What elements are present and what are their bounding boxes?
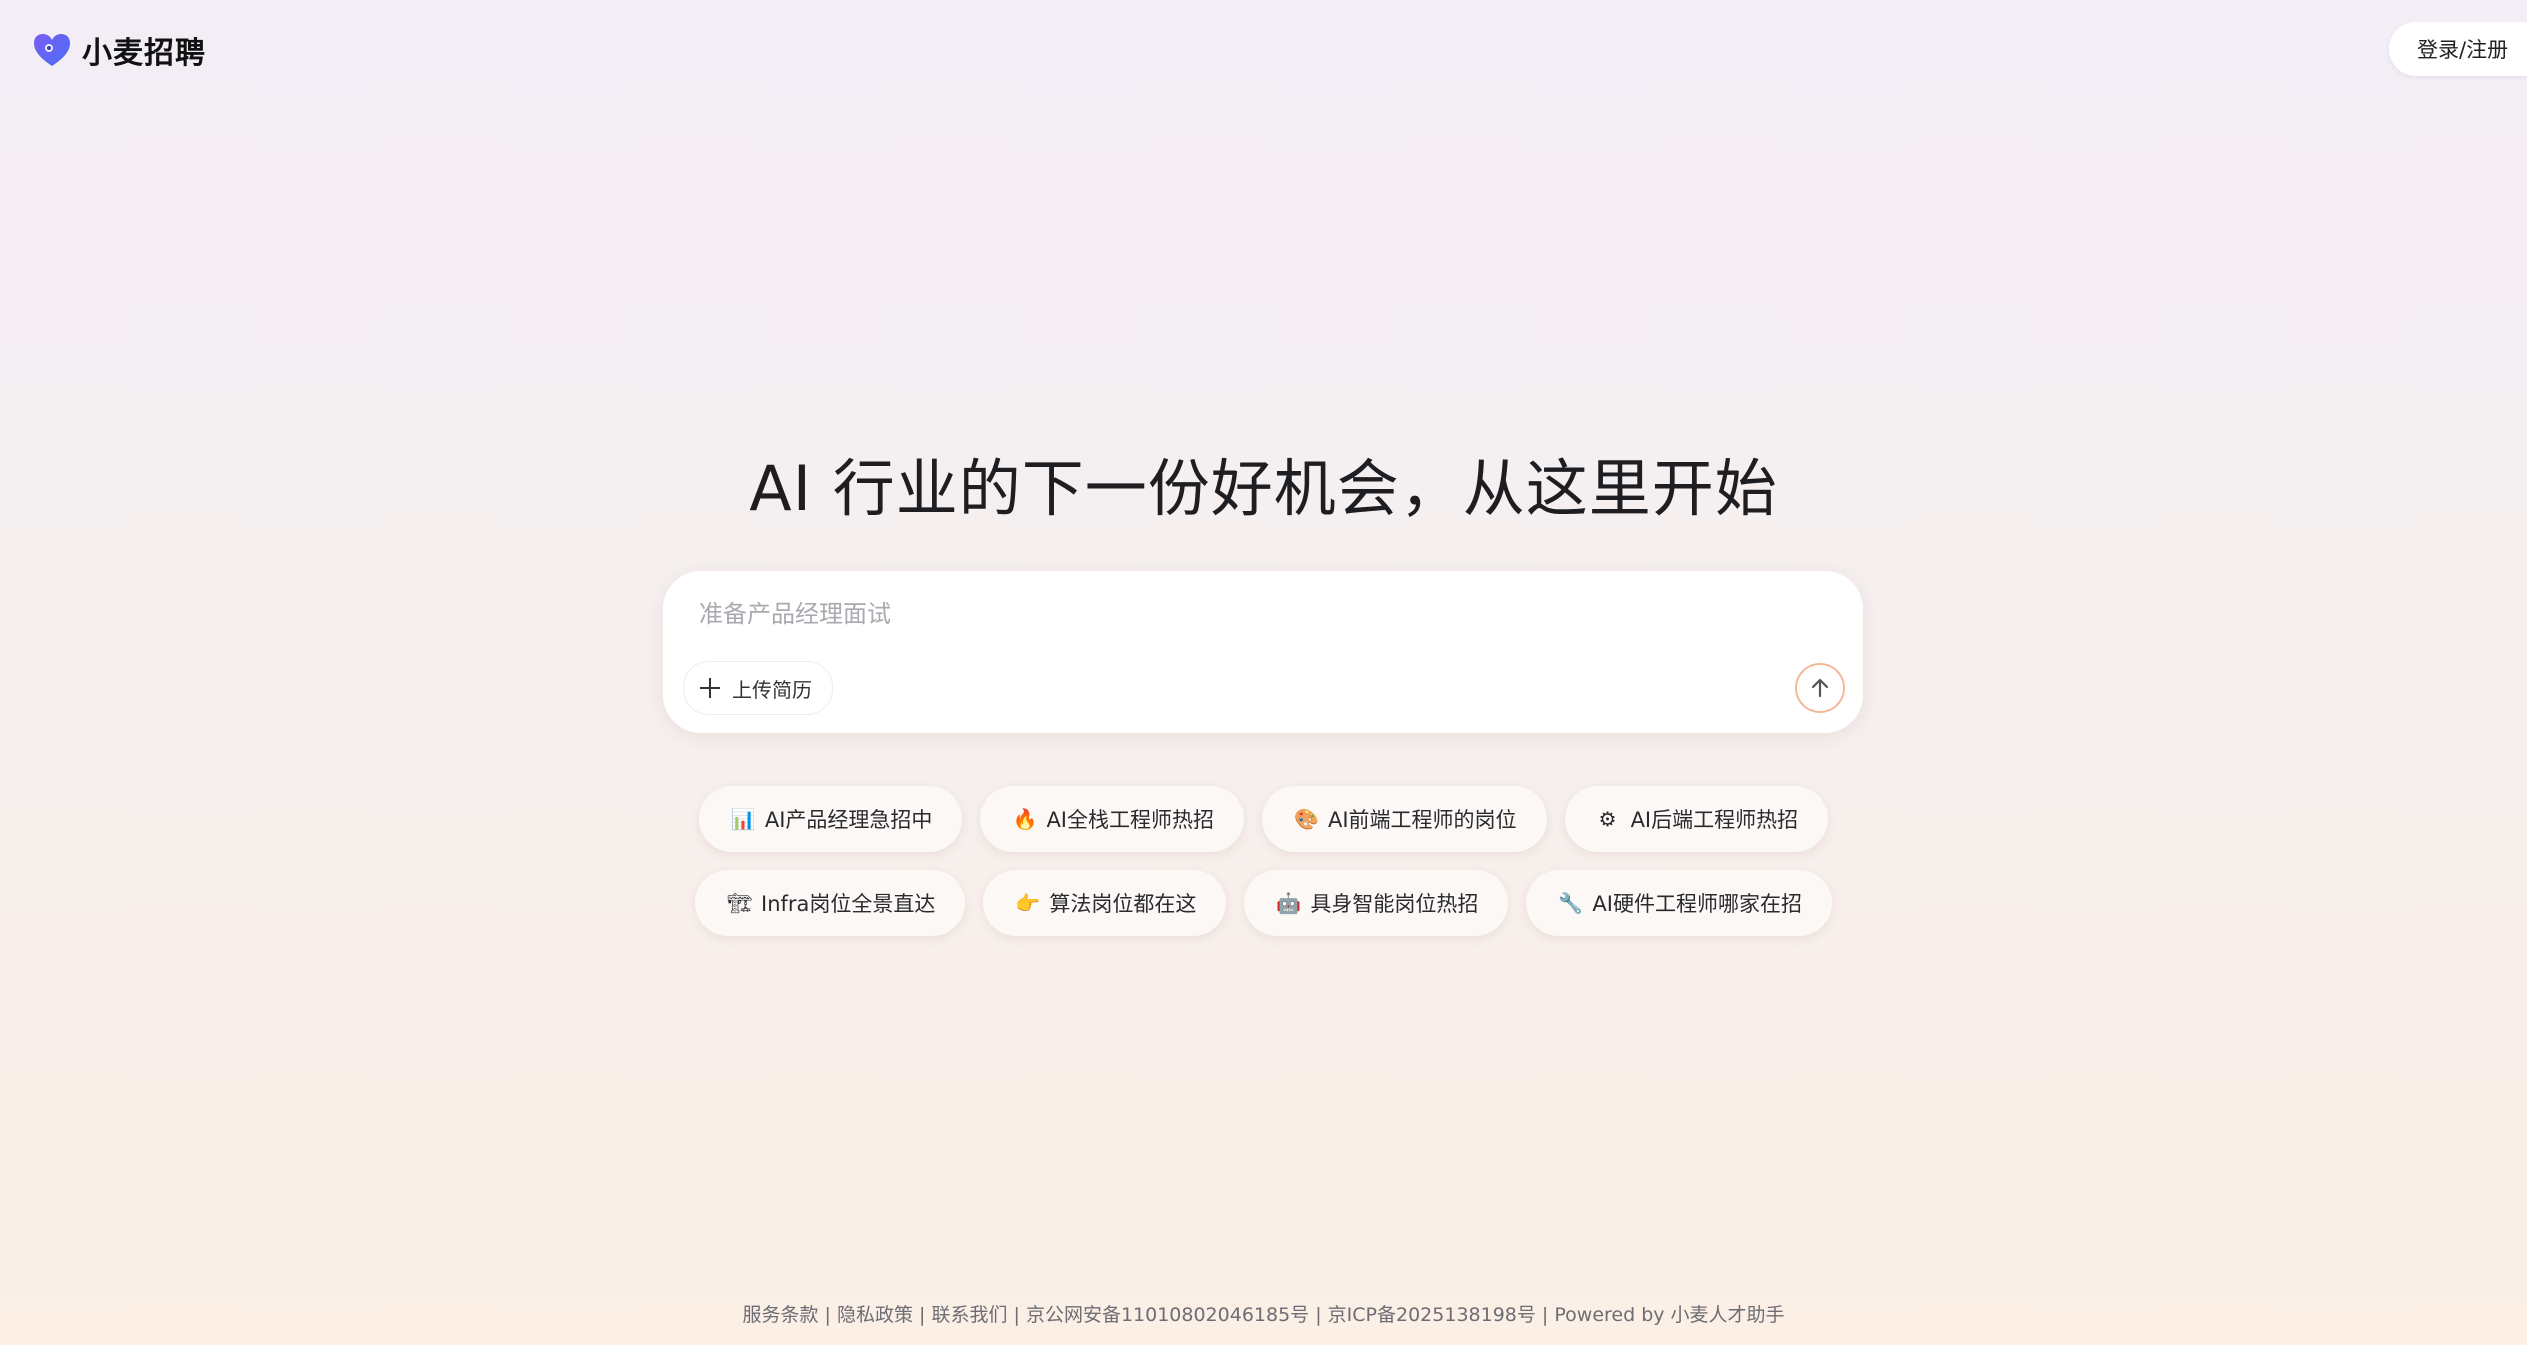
chip-label: AI硬件工程师哪家在招: [1592, 892, 1802, 916]
login-register-button[interactable]: 登录/注册: [2389, 22, 2527, 76]
chat-box: 上传简历: [663, 571, 1863, 733]
footer-contact-link[interactable]: 联系我们: [931, 1304, 1007, 1326]
suggestion-chip-infra[interactable]: 🏗 Infra岗位全景直达: [695, 870, 966, 936]
suggestion-chip-ai-pm[interactable]: 📊 AI产品经理急招中: [698, 786, 963, 852]
robot-icon: 🤖: [1276, 891, 1302, 915]
brand-logo[interactable]: 小麦招聘: [32, 28, 206, 72]
upload-resume-button[interactable]: 上传简历: [683, 661, 833, 715]
pointing-hand-icon: 👉: [1015, 891, 1041, 915]
chip-label: Infra岗位全景直达: [761, 892, 936, 916]
footer-powered-by: Powered by 小麦人才助手: [1554, 1304, 1785, 1326]
footer-terms-link[interactable]: 服务条款: [742, 1304, 818, 1326]
page-title: AI 行业的下一份好机会，从这里开始: [749, 452, 1778, 525]
suggestion-chip-ai-hardware[interactable]: 🔧 AI硬件工程师哪家在招: [1526, 870, 1832, 936]
wrench-icon: 🔧: [1558, 891, 1584, 915]
chip-label: AI前端工程师的岗位: [1328, 808, 1517, 832]
footer-separator: |: [1309, 1304, 1328, 1326]
suggestion-chip-ai-backend[interactable]: ⚙ AI后端工程师热招: [1564, 786, 1829, 852]
chip-label: 具身智能岗位热招: [1310, 892, 1479, 916]
construction-icon: 🏗: [727, 891, 753, 915]
chat-input[interactable]: [697, 593, 1801, 635]
footer-separator: |: [912, 1304, 932, 1326]
suggestion-row-2: 🏗 Infra岗位全景直达 👉 算法岗位都在这 🤖 具身智能岗位热招 🔧 AI硬…: [0, 870, 2527, 936]
suggestion-row-1: 📊 AI产品经理急招中 🔥 AI全栈工程师热招 🎨 AI前端工程师的岗位 ⚙ A…: [0, 786, 2527, 852]
suggestion-chip-ai-frontend[interactable]: 🎨 AI前端工程师的岗位: [1262, 786, 1547, 852]
suggestion-chip-ai-fullstack[interactable]: 🔥 AI全栈工程师热招: [980, 786, 1244, 852]
footer-separator: |: [1007, 1304, 1026, 1326]
heart-logo-icon: [34, 34, 70, 66]
chip-label: AI后端工程师热招: [1630, 808, 1799, 832]
fire-icon: 🔥: [1012, 807, 1038, 831]
chip-label: 算法岗位都在这: [1049, 892, 1197, 916]
bar-chart-icon: 📊: [730, 807, 756, 831]
chip-label: AI全栈工程师热招: [1046, 808, 1214, 832]
footer: 服务条款 | 隐私政策 | 联系我们 | 京公网安备11010802046185…: [0, 1300, 2527, 1327]
footer-separator: |: [1535, 1304, 1555, 1326]
plus-icon: [700, 678, 720, 698]
brand-name: 小麦招聘: [82, 36, 206, 71]
suggestion-chip-embodied-ai[interactable]: 🤖 具身智能岗位热招: [1244, 870, 1509, 936]
gear-icon: ⚙: [1598, 807, 1617, 831]
palette-icon: 🎨: [1294, 807, 1319, 831]
footer-police-record-link[interactable]: 京公网安备11010802046185号: [1026, 1304, 1309, 1326]
upload-resume-label: 上传简历: [732, 677, 812, 702]
send-button[interactable]: [1795, 663, 1845, 713]
arrow-up-icon: [1811, 678, 1829, 698]
chip-label: AI产品经理急招中: [764, 808, 933, 832]
suggestion-chip-algorithm[interactable]: 👉 算法岗位都在这: [983, 870, 1227, 936]
footer-separator: |: [818, 1304, 837, 1326]
suggestion-chips: 📊 AI产品经理急招中 🔥 AI全栈工程师热招 🎨 AI前端工程师的岗位 ⚙ A…: [0, 786, 2527, 954]
footer-privacy-link[interactable]: 隐私政策: [837, 1304, 913, 1326]
footer-icp-record-link[interactable]: 京ICP备2025138198号: [1328, 1304, 1536, 1326]
